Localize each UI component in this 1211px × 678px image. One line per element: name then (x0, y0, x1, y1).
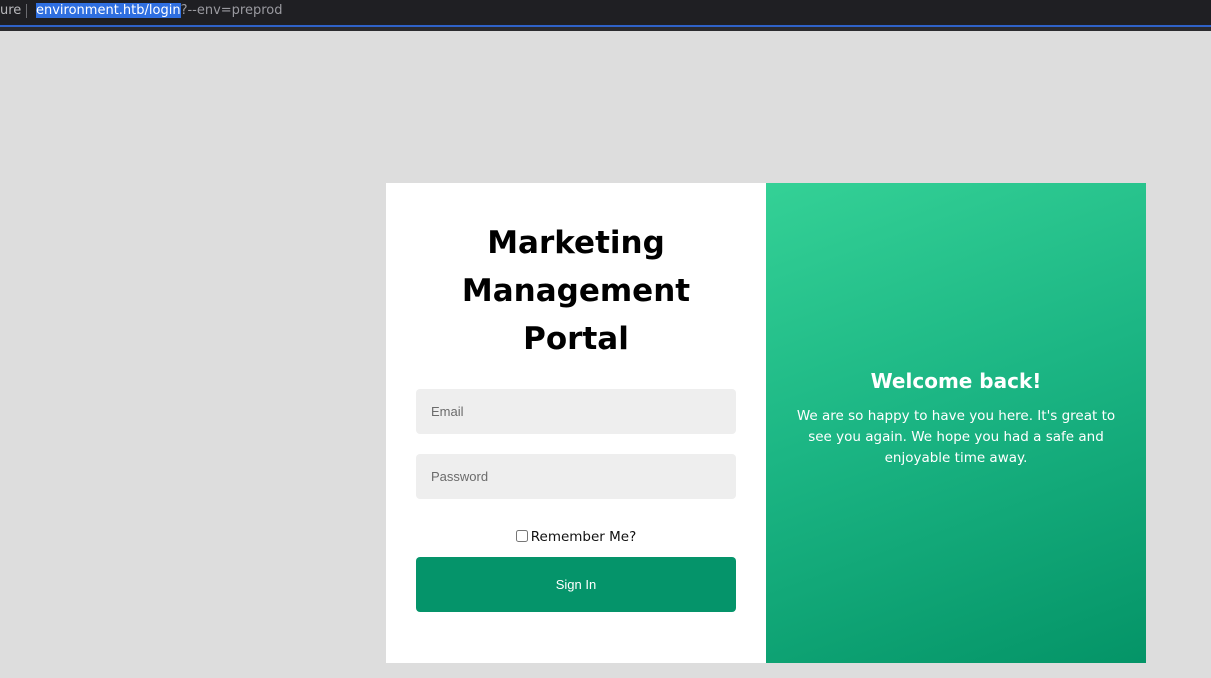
login-card: Marketing Management Portal Remember Me?… (386, 183, 1146, 663)
remember-me[interactable]: Remember Me? (386, 528, 766, 546)
password-field[interactable] (416, 454, 736, 499)
title-line-1: Marketing (487, 225, 665, 261)
title-line-3: Portal (523, 321, 629, 357)
sign-in-button[interactable]: Sign In (416, 557, 736, 612)
page-title: Marketing Management Portal (386, 219, 766, 363)
url-prefix: ure (0, 3, 22, 18)
url-separator (26, 4, 27, 18)
url-selected-text[interactable]: environment.htb/login (36, 3, 181, 18)
browser-url-bar[interactable]: ure environment.htb/login?--env=preprod (0, 0, 1211, 27)
login-panel: Marketing Management Portal Remember Me?… (386, 183, 766, 663)
title-line-2: Management (461, 273, 691, 309)
url-field[interactable]: environment.htb/login?--env=preprod (36, 3, 283, 19)
email-field[interactable] (416, 389, 736, 434)
toolbar-strip (0, 27, 1211, 31)
welcome-text: We are so happy to have you here. It's g… (796, 408, 1116, 466)
welcome-title: Welcome back! (870, 369, 1042, 393)
remember-me-checkbox[interactable] (515, 530, 528, 542)
url-query-text[interactable]: ?--env=preprod (181, 3, 283, 18)
welcome-panel: Welcome back! We are so happy to have yo… (766, 183, 1146, 663)
remember-me-label[interactable]: Remember Me? (531, 529, 637, 545)
